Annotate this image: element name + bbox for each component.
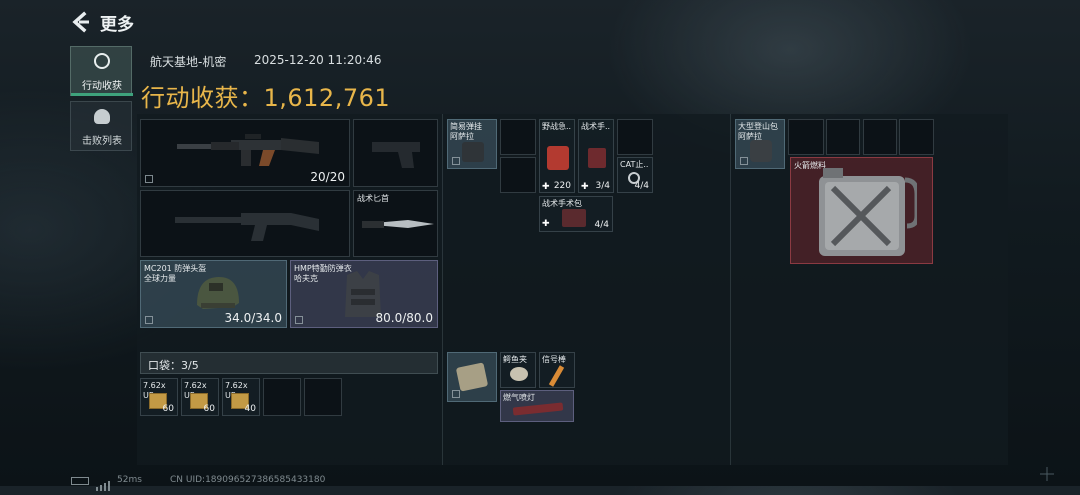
pocket-slot[interactable]: 7.62x UP 60	[140, 378, 178, 416]
field-kit-qty: 220	[553, 181, 571, 191]
cat-tourniquet-slot[interactable]: CAT止.. 4/4	[617, 157, 653, 193]
secondary-weapon-slot[interactable]	[140, 190, 350, 257]
backpack-slot-empty[interactable]	[899, 119, 934, 155]
cat-label: CAT止..	[620, 160, 649, 169]
medkit-icon	[547, 146, 569, 170]
armor-durability: 80.0/80.0	[375, 311, 433, 325]
pocket-slot[interactable]: 7.62x UP 40	[222, 378, 260, 416]
torch-icon	[512, 402, 564, 416]
header: 更多	[70, 8, 270, 36]
pouch-icon	[455, 362, 489, 392]
cat-qty: 4/4	[634, 181, 649, 191]
surgery-kit-qty: 4/4	[594, 220, 609, 230]
surgery-kit-slot[interactable]: 战术手术包 ✚ 4/4	[539, 196, 613, 232]
fuel-can-icon	[819, 168, 917, 256]
gas-torch-label: 燃气喷灯	[503, 393, 535, 402]
harvest-icon	[94, 53, 110, 69]
tactical-med-slot[interactable]: 战术手.. ✚ 3/4	[578, 119, 614, 193]
loot-marker-icon	[145, 175, 153, 183]
pouch-item-slot[interactable]	[447, 352, 497, 402]
backpack-slot-empty[interactable]	[788, 119, 824, 155]
signal-stick-slot[interactable]: 信号棒	[539, 352, 575, 388]
harvest-total: 行动收获：1,612,761	[141, 84, 391, 112]
crosshair-icon	[1040, 466, 1054, 481]
panel-divider-1	[442, 114, 443, 465]
field-kit-slot[interactable]: 野战急.. ✚ 220	[539, 119, 575, 193]
armor-slot[interactable]: HMP特勤防弹衣 哈夫克 80.0/80.0	[290, 260, 438, 328]
pistol-icon	[372, 142, 420, 168]
rig-slot-empty[interactable]	[500, 119, 536, 155]
tab-defeated-list[interactable]: 击败列表	[70, 101, 132, 151]
battery-icon	[71, 477, 89, 485]
med-pouch-icon	[588, 148, 606, 168]
surgery-kit-icon	[562, 209, 586, 227]
backpack-icon	[750, 140, 772, 162]
loot-marker-icon	[740, 157, 748, 165]
chest-rig-label: 简易弹挂 阿萨拉	[450, 122, 482, 141]
crocodile-clip-label: 鳄鱼夹	[503, 355, 527, 364]
active-tab-indicator	[71, 93, 133, 96]
backpack-slot[interactable]: 大型登山包 阿萨拉	[735, 119, 785, 169]
panel-divider-2	[730, 114, 731, 465]
pocket-slot[interactable]: 7.62x UP 60	[181, 378, 219, 416]
loot-marker-icon	[452, 390, 460, 398]
signal-stick-label: 信号棒	[542, 355, 566, 364]
loot-marker-icon	[145, 316, 153, 324]
knife-icon	[362, 220, 434, 228]
heal-plus-icon: ✚	[542, 219, 550, 229]
helmet-durability: 34.0/34.0	[224, 311, 282, 325]
pocket-slot-empty[interactable]	[263, 378, 301, 416]
pockets-header: 口袋：3/5	[140, 352, 438, 374]
pockets-title: 口袋：3/5	[148, 359, 199, 372]
rifle-icon	[177, 134, 319, 166]
tab-harvest[interactable]: 行动收获	[70, 46, 133, 96]
clip-icon	[510, 367, 528, 381]
heal-plus-icon: ✚	[581, 182, 589, 192]
tab-harvest-label: 行动收获	[82, 81, 122, 92]
primary-weapon-slot[interactable]: 20/20	[140, 119, 350, 187]
backpack-slot-empty[interactable]	[826, 119, 860, 155]
knife-label: 战术匕首	[357, 194, 389, 203]
back-button-label[interactable]: 更多	[100, 10, 134, 35]
surgery-kit-label: 战术手术包	[542, 199, 582, 208]
tactical-med-label: 战术手..	[581, 122, 611, 131]
gas-torch-slot[interactable]: 燃气喷灯	[500, 390, 574, 422]
pocket-item-qty: 60	[162, 404, 174, 414]
helmet-slot[interactable]: MC201 防弹头盔 全球力量 34.0/34.0	[140, 260, 287, 328]
pistol-slot[interactable]	[353, 119, 438, 187]
rocket-fuel-slot[interactable]: 火箭燃料	[790, 157, 933, 264]
field-kit-label: 野战急..	[542, 122, 572, 131]
uid-text: CN UID:189096527386585433180	[170, 475, 326, 485]
heal-plus-icon: ✚	[542, 182, 550, 192]
loot-marker-icon	[295, 316, 303, 324]
crocodile-clip-slot[interactable]: 鳄鱼夹	[500, 352, 536, 388]
loot-marker-icon	[452, 157, 460, 165]
backpack-slot-empty[interactable]	[863, 119, 897, 155]
ping-text: 52ms	[117, 475, 142, 485]
pocket-item-qty: 60	[203, 404, 215, 414]
rig-slot-empty[interactable]	[500, 157, 536, 193]
knife-slot[interactable]: 战术匕首	[353, 190, 438, 257]
tab-defeated-label: 击败列表	[82, 136, 122, 147]
rig-slot-empty[interactable]	[617, 119, 653, 155]
tactical-med-qty: 3/4	[595, 181, 610, 191]
secondary-rifle-icon	[175, 213, 319, 241]
pocket-slot-empty[interactable]	[304, 378, 342, 416]
rifle-ammo: 20/20	[310, 170, 345, 184]
skull-icon	[94, 109, 110, 124]
signal-stick-icon	[548, 365, 565, 387]
backpack-label: 大型登山包 阿萨拉	[738, 122, 778, 141]
chest-rig-slot[interactable]: 简易弹挂 阿萨拉	[447, 119, 497, 169]
chest-rig-icon	[462, 142, 484, 162]
pocket-item-qty: 40	[244, 404, 256, 414]
back-arrow-icon[interactable]	[70, 11, 92, 33]
signal-icon	[96, 476, 110, 491]
raid-datetime: 2025-12-20 11:20:46	[254, 53, 382, 67]
map-name: 航天基地-机密	[150, 55, 227, 69]
